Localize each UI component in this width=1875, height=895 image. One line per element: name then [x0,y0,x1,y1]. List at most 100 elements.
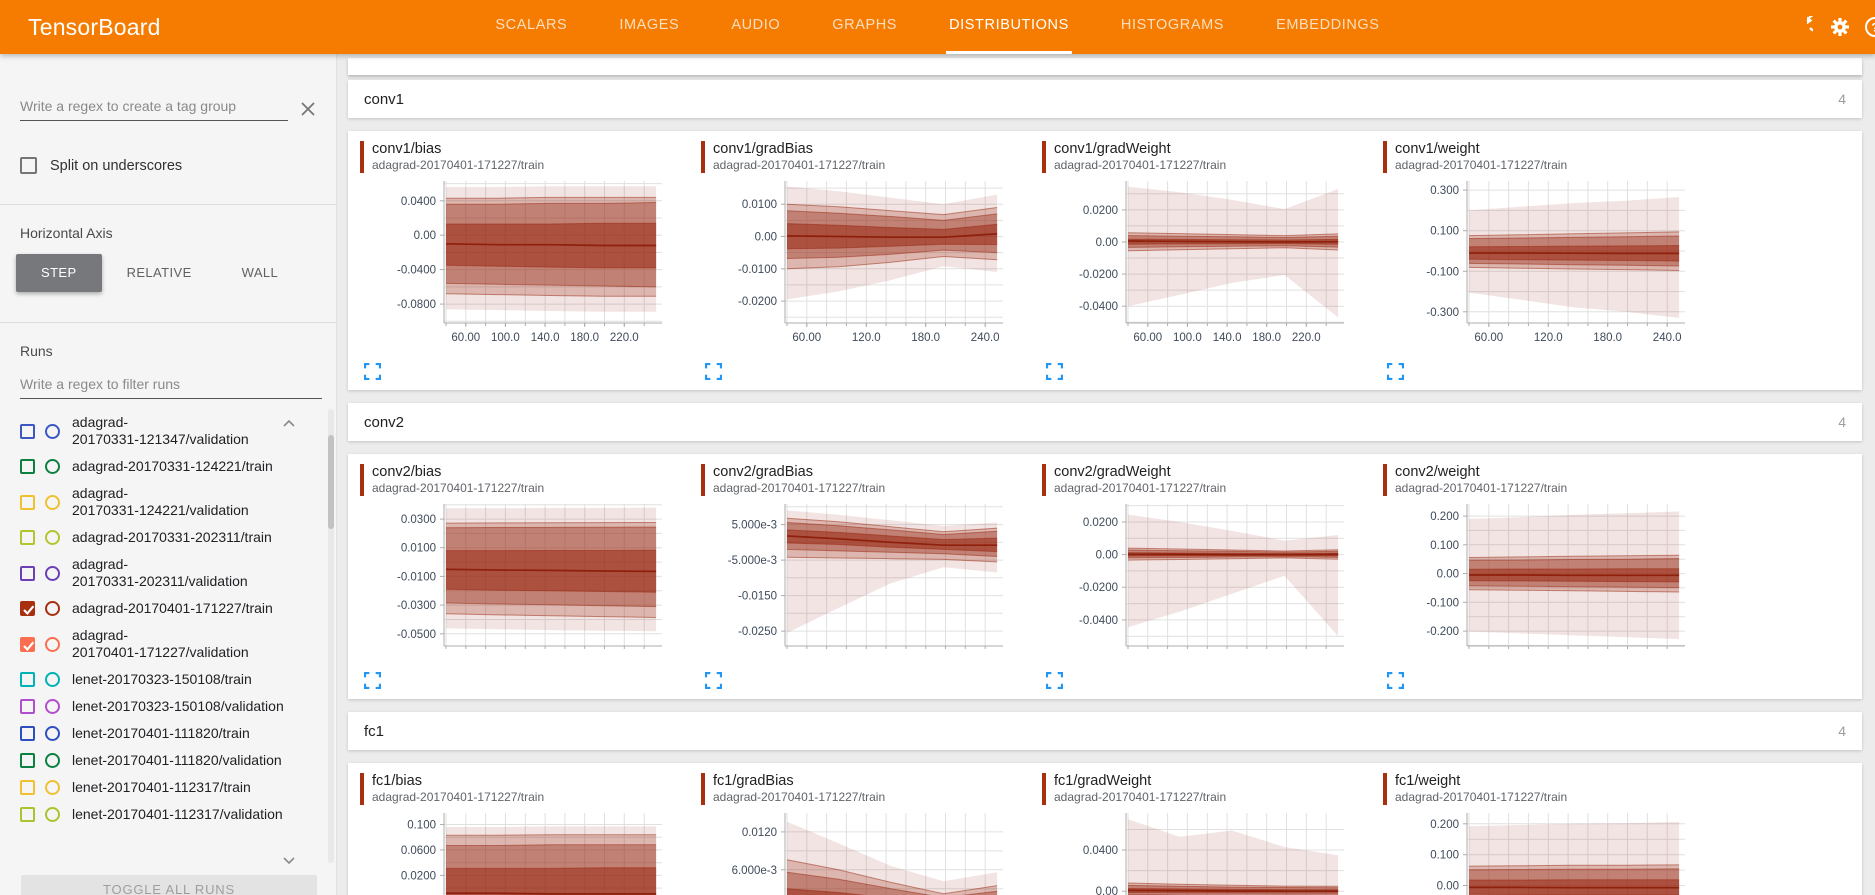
run-item[interactable]: lenet-20170323-150108/validation [20,693,336,720]
chart-conv2-gradWeight: conv2/gradWeightadagrad-20170401-171227/… [1040,464,1381,691]
run-item[interactable]: adagrad-20170331-202311/train [20,524,336,551]
close-icon[interactable] [298,99,318,119]
run-item[interactable]: adagrad-20170401-171227/validation [20,622,336,666]
tab-audio[interactable]: AUDIO [728,0,783,54]
distribution-plot[interactable]: 0.2000.1000.00-0.100 [1381,807,1703,895]
scroll-down-icon[interactable] [282,853,296,863]
help-icon[interactable]: ? [1864,16,1875,38]
run-item[interactable]: lenet-20170401-111820/train [20,720,336,747]
run-item[interactable]: adagrad-20170331-124221/train [20,453,336,480]
distribution-plot[interactable]: 0.02000.00-0.0200-0.0400 [1040,498,1362,659]
run-radio[interactable] [45,601,60,616]
tab-scalars[interactable]: SCALARS [492,0,570,54]
run-checkbox[interactable] [20,530,35,545]
expand-icon[interactable] [1046,363,1063,380]
expand-icon[interactable] [1387,672,1404,689]
toggle-all-runs-button[interactable]: TOGGLE ALL RUNS [21,875,317,895]
tag-group-regex-input[interactable] [20,94,288,121]
run-radio[interactable] [45,637,60,652]
y-tick-label: 0.200 [1430,511,1459,523]
chart-conv1-weight: conv1/weightadagrad-20170401-171227/trai… [1381,141,1722,382]
x-tick-label: 180.0 [570,332,599,344]
expand-icon[interactable] [705,363,722,380]
axis-mode-relative[interactable]: RELATIVE [102,254,217,292]
run-radio[interactable] [45,699,60,714]
expand-icon[interactable] [1387,363,1404,380]
run-filter-input[interactable] [20,372,322,399]
y-tick-label: 0.0200 [1083,205,1118,217]
section-header-conv2[interactable]: conv24 [348,403,1862,441]
run-radio[interactable] [45,753,60,768]
y-tick-label: 0.0300 [401,514,436,526]
run-radio[interactable] [45,672,60,687]
run-checkbox[interactable] [20,601,35,616]
axis-mode-step[interactable]: STEP [16,254,102,292]
scroll-up-icon[interactable] [282,415,296,425]
chart-color-bar [360,141,364,173]
section-header-conv1[interactable]: conv14 [348,80,1862,118]
expand-icon[interactable] [705,672,722,689]
run-radio[interactable] [45,807,60,822]
distribution-plot[interactable]: 5.000e-3-5.000e-3-0.0150-0.0250 [699,498,1021,659]
y-tick-label: 0.100 [1430,850,1459,862]
tab-distributions[interactable]: DISTRIBUTIONS [946,0,1072,54]
chart-color-bar [701,464,705,496]
run-radio[interactable] [45,495,60,510]
refresh-icon[interactable] [1791,16,1813,38]
run-radio[interactable] [45,530,60,545]
expand-icon[interactable] [364,363,381,380]
run-radio[interactable] [45,726,60,741]
run-checkbox[interactable] [20,459,35,474]
chart-header: conv1/weightadagrad-20170401-171227/trai… [1383,141,1722,173]
run-item[interactable]: lenet-20170401-112317/validation [20,801,336,828]
distribution-plot[interactable]: 0.1000.06000.0200-0.0200 [358,807,680,895]
expand-icon[interactable] [1046,672,1063,689]
distribution-plot[interactable]: 0.3000.100-0.100-0.30060.00120.0180.0240… [1381,175,1703,350]
run-checkbox[interactable] [20,424,35,439]
tab-graphs[interactable]: GRAPHS [829,0,900,54]
run-checkbox[interactable] [20,566,35,581]
run-item[interactable]: lenet-20170323-150108/train [20,666,336,693]
tab-histograms[interactable]: HISTOGRAMS [1118,0,1227,54]
distribution-plot[interactable]: 0.04000.00-0.0400-0.080060.00100.0140.01… [358,175,680,350]
run-radio[interactable] [45,424,60,439]
run-checkbox[interactable] [20,699,35,714]
run-checkbox[interactable] [20,753,35,768]
distribution-plot[interactable]: 0.02000.00-0.0200-0.040060.00100.0140.01… [1040,175,1362,350]
scrollbar-thumb[interactable] [328,435,334,529]
run-item[interactable]: adagrad-20170401-171227/train [20,595,336,622]
y-tick-label: -5.000e-3 [728,555,777,567]
split-underscores-checkbox[interactable] [20,157,37,174]
y-tick-label: 0.0100 [742,199,777,211]
expand-icon[interactable] [364,672,381,689]
run-item[interactable]: lenet-20170401-111820/validation [20,747,336,774]
settings-icon[interactable] [1829,16,1851,38]
run-checkbox[interactable] [20,807,35,822]
axis-mode-wall[interactable]: WALL [217,254,304,292]
tab-embeddings[interactable]: EMBEDDINGS [1273,0,1383,54]
run-radio[interactable] [45,566,60,581]
run-radio[interactable] [45,459,60,474]
y-tick-label: 0.00 [1096,886,1118,895]
run-checkbox[interactable] [20,637,35,652]
distribution-plot[interactable]: 0.01206.000e-30.00 [699,807,1021,895]
distribution-plot[interactable]: 0.01000.00-0.0100-0.020060.00120.0180.02… [699,175,1021,350]
distribution-plot[interactable]: 0.2000.1000.00-0.100-0.200 [1381,498,1703,659]
run-checkbox[interactable] [20,780,35,795]
distribution-plot[interactable]: 0.03000.0100-0.0100-0.0300-0.0500 [358,498,680,659]
distribution-plot[interactable]: 0.04000.00-0.0400 [1040,807,1362,895]
run-item[interactable]: adagrad-20170331-124221/validation [20,480,336,524]
run-item[interactable]: lenet-20170401-112317/train [20,774,336,801]
chart-title-block: fc1/biasadagrad-20170401-171227/train [372,773,544,805]
y-tick-label: -0.0150 [738,591,777,603]
y-tick-label: -0.0300 [397,600,436,612]
run-item[interactable]: adagrad-20170331-202311/validation [20,551,336,595]
run-radio[interactable] [45,780,60,795]
run-checkbox[interactable] [20,726,35,741]
tab-images[interactable]: IMAGES [616,0,682,54]
split-underscores-label: Split on underscores [50,158,182,174]
run-checkbox[interactable] [20,495,35,510]
split-underscores-row[interactable]: Split on underscores [20,157,316,174]
run-checkbox[interactable] [20,672,35,687]
section-header-fc1[interactable]: fc14 [348,712,1862,750]
